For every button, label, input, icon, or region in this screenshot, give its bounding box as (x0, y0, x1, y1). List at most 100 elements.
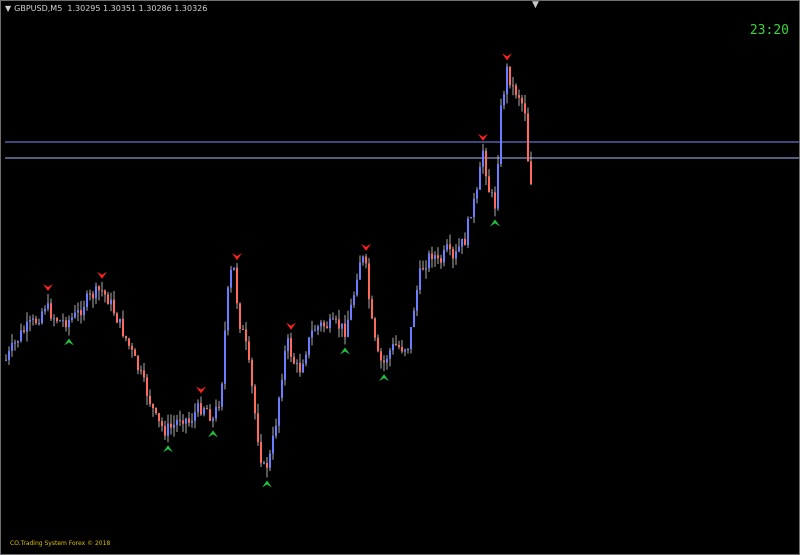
candle-body (86, 293, 88, 308)
candle-body (161, 421, 163, 427)
candle-body (371, 299, 373, 319)
candle-body (425, 268, 427, 270)
candle-body (422, 268, 424, 270)
candle-body (377, 337, 379, 352)
candle-body (416, 289, 418, 311)
candle-body (449, 244, 451, 250)
candle-body (281, 379, 283, 398)
candle-body (113, 299, 115, 314)
sell-arrow-icon (43, 283, 53, 291)
candle-body (233, 267, 235, 270)
candle-body (50, 303, 52, 319)
candle-body (203, 408, 205, 415)
price-chart[interactable] (0, 0, 800, 555)
candle-body (470, 216, 472, 219)
candle-body (431, 253, 433, 260)
candle-body (167, 423, 169, 436)
candle-body (5, 359, 7, 361)
candle-body (230, 269, 232, 288)
candle-body (227, 287, 229, 331)
candle-body (212, 418, 214, 421)
candle-body (56, 318, 58, 322)
candle-body (353, 295, 355, 305)
candle-body (191, 421, 193, 423)
candle-body (245, 329, 247, 342)
candle-body (446, 244, 448, 250)
sell-arrow-icon (232, 253, 242, 261)
candle-body (527, 113, 529, 162)
buy-arrow-icon (340, 347, 350, 355)
candle-body (482, 150, 484, 167)
candle-body (29, 319, 31, 322)
sell-arrow-icon (361, 243, 371, 251)
candle-body (260, 442, 262, 463)
candle-body (98, 286, 100, 291)
candle-body (359, 262, 361, 280)
candle-body (119, 318, 121, 323)
candle-body (272, 435, 274, 454)
candle-body (305, 354, 307, 364)
candle-body (395, 343, 397, 345)
candle-body (410, 326, 412, 349)
candle-body (284, 351, 286, 380)
candle-body (146, 377, 148, 396)
candle-body (104, 290, 106, 295)
candle-body (404, 349, 406, 352)
candle-body (200, 403, 202, 415)
candle-body (152, 404, 154, 409)
candle-body (122, 318, 124, 337)
candle-body (137, 355, 139, 371)
candle-body (428, 253, 430, 269)
candle-body (194, 412, 196, 422)
candle-body (80, 310, 82, 316)
candle-body (8, 350, 10, 360)
candle-body (107, 294, 109, 305)
candle-body (320, 322, 322, 327)
candle-body (11, 342, 13, 351)
candle-body (434, 255, 436, 260)
candle-body (68, 319, 70, 328)
buy-arrow-icon (379, 374, 389, 382)
candle-body (209, 409, 211, 421)
candle-body (275, 425, 277, 436)
candle-body (224, 330, 226, 384)
candle-body (41, 311, 43, 324)
candle-body (323, 322, 325, 327)
candle-body (440, 258, 442, 263)
candle-body (503, 94, 505, 106)
candle-body (47, 303, 49, 309)
candle-body (26, 321, 28, 332)
candle-body (497, 164, 499, 209)
candle-body (176, 419, 178, 425)
candle-body (452, 249, 454, 259)
candle-body (254, 386, 256, 414)
candle-body (266, 462, 268, 468)
candle-body (59, 320, 61, 322)
candle-body (380, 351, 382, 361)
candle-body (239, 303, 241, 329)
candle-body (518, 95, 520, 98)
candle-body (62, 320, 64, 322)
candle-body (494, 192, 496, 209)
candle-body (407, 348, 409, 350)
candle-body (332, 318, 334, 320)
candle-body (515, 85, 517, 96)
candle-body (155, 408, 157, 414)
candle-body (464, 238, 466, 246)
candle-body (413, 310, 415, 327)
candle-body (251, 360, 253, 387)
candle-body (257, 413, 259, 443)
candle-body (341, 323, 343, 329)
candle-body (140, 370, 142, 372)
candle-body (443, 249, 445, 263)
candle-body (215, 406, 217, 419)
arrows-group (43, 53, 512, 488)
candle-body (491, 192, 493, 194)
candle-body (308, 337, 310, 355)
candle-body (314, 330, 316, 332)
candle-body (23, 330, 25, 332)
candle-body (476, 189, 478, 199)
candle-body (164, 426, 166, 436)
buy-arrow-icon (163, 445, 173, 453)
candle-body (248, 341, 250, 361)
